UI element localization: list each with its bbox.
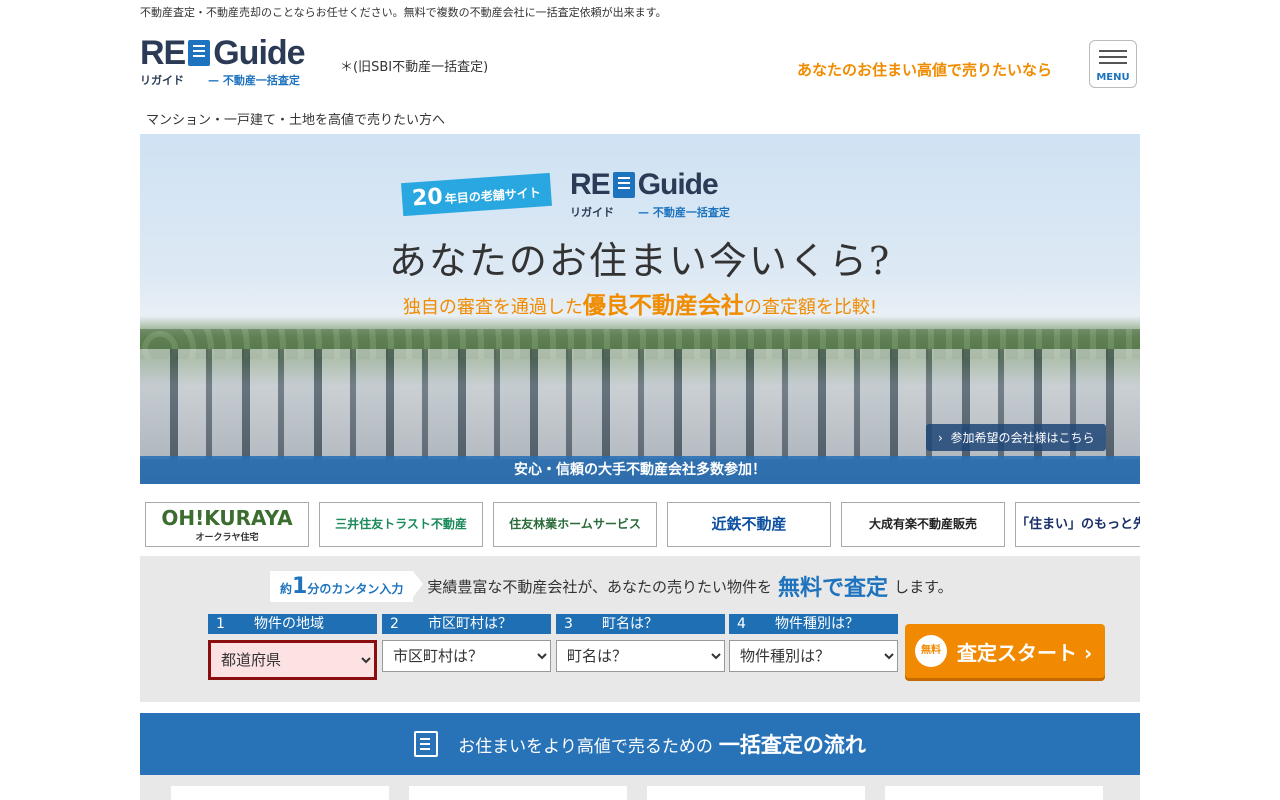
- partner-logo-name: 住友林業ホームサービス: [509, 517, 641, 531]
- step-number: 3: [564, 616, 573, 632]
- partner-logo-name: OH!KURAYA: [161, 506, 293, 530]
- partner-signup-label: 参加希望の会社様はこちら: [950, 431, 1095, 445]
- chevron-right-icon: ›: [938, 431, 951, 445]
- hero-logo-sub-left: リガイド: [570, 206, 614, 219]
- step-label: 町名は？: [602, 616, 658, 632]
- flow-card: [409, 786, 627, 800]
- free-badge: 無料: [915, 635, 947, 667]
- step-region: 1 物件の地域 都道府県: [208, 614, 377, 680]
- partner-logo-name: 大成有楽不動産販売: [868, 517, 977, 531]
- hero-logo: RE Guide リガイド — 不動産一括査定: [570, 168, 730, 220]
- years-badge: 20年目の老舗サイト: [401, 172, 552, 217]
- flow-card: [647, 786, 865, 800]
- hero-sub-post: の査定額を比較!: [743, 297, 878, 318]
- hero-sub-pre: 独自の審査を通過した: [402, 297, 583, 318]
- partner-logo-mitsui[interactable]: 三井住友トラスト不動産: [319, 502, 483, 547]
- step-town: 3 町名は？ 町名は？: [556, 614, 725, 672]
- step-label: 市区町村は？: [428, 616, 512, 632]
- partner-logo-toho[interactable]: 「住まい」のもっと先へ。 TOHO HOU: [1015, 502, 1140, 547]
- partner-logo-sumitomo-forestry[interactable]: 住友林業ホームサービス: [493, 502, 657, 547]
- step-label: 物件種別は？: [775, 616, 859, 632]
- quick-input-tag: 約1分のカンタン入力: [270, 570, 424, 602]
- hero-band: 安心・信頼の大手不動産会社多数参加！: [140, 456, 1140, 484]
- prefecture-select[interactable]: 都道府県: [208, 640, 377, 680]
- step-header: 4 物件種別は？: [729, 614, 898, 634]
- form-lead: 約1分のカンタン入力 実績豊富な不動産会社が、あなたの売りたい物件を 無料で査定…: [270, 570, 953, 602]
- flow-card: [171, 786, 389, 800]
- step-number: 2: [390, 616, 399, 632]
- partner-logo-name: 近鉄不動産: [711, 515, 787, 533]
- flow-small-text: お住まいをより高値で売るための: [458, 736, 713, 757]
- formerly-note: ＊(旧SBI不動産一括査定): [340, 60, 489, 75]
- step-number: 1: [216, 616, 225, 632]
- menu-icon: [1099, 50, 1127, 52]
- flow-steps-area: [140, 775, 1140, 800]
- years-badge-number: 20: [411, 184, 444, 212]
- hero-logo-word-left: RE: [570, 168, 611, 201]
- step-property-type: 4 物件種別は？ 物件種別は？: [729, 614, 898, 672]
- site-tagline: 不動産査定・不動産売却のことならお任せください。無料で複数の不動産会社に一括査定…: [140, 6, 667, 19]
- assessment-form: 約1分のカンタン入力 実績豊富な不動産会社が、あなたの売りたい物件を 無料で査定…: [140, 556, 1140, 702]
- hero-book-logo-icon: [612, 172, 635, 198]
- logo-sub-left: リガイド: [140, 74, 184, 87]
- menu-button[interactable]: MENU: [1089, 40, 1137, 88]
- step-number: 4: [737, 616, 746, 632]
- pencil-note-icon: [414, 731, 439, 757]
- hero-banner: 20年目の老舗サイト RE Guide リガイド — 不動産一括査定 あなたのお住ま…: [140, 134, 1140, 484]
- menu-label: MENU: [1096, 72, 1130, 83]
- logo-sub-right: — 不動産一括査定: [208, 74, 300, 87]
- hero-subtitle: 独自の審査を通過した優良不動産会社の査定額を比較!: [140, 286, 1140, 320]
- lead-post: します。: [894, 577, 953, 596]
- flow-card: [885, 786, 1103, 800]
- start-assessment-label: 査定スタート ›: [957, 640, 1093, 665]
- start-assessment-button[interactable]: 無料 査定スタート ›: [905, 624, 1105, 678]
- step-header: 2 市区町村は？: [382, 614, 551, 634]
- hero-logo-sub-right: — 不動産一括査定: [638, 206, 730, 219]
- hero-logo-word-right: Guide: [637, 168, 719, 201]
- partner-signup-link[interactable]: › 参加希望の会社様はこちら: [926, 424, 1107, 451]
- lead-free: 無料で査定: [778, 576, 889, 601]
- step-header: 3 町名は？: [556, 614, 725, 634]
- step-label: 物件の地域: [254, 616, 324, 632]
- hero-sub-highlight: 優良不動産会社: [582, 293, 744, 319]
- property-type-select[interactable]: 物件種別は？: [729, 640, 898, 672]
- logo-word-right: Guide: [213, 34, 305, 72]
- partner-logo-taisei[interactable]: 大成有楽不動産販売: [841, 502, 1005, 547]
- header-cta-text: あなたのお住まい高値で売りたいなら: [797, 61, 1053, 79]
- book-logo-icon: [188, 40, 211, 66]
- quick-prefix: 約: [280, 581, 293, 596]
- site-logo[interactable]: RE Guide リガイド — 不動産一括査定: [140, 34, 330, 87]
- city-select[interactable]: 市区町村は？: [382, 640, 551, 672]
- step-city: 2 市区町村は？ 市区町村は？: [382, 614, 551, 672]
- partner-logo-okuraya[interactable]: OH!KURAYA オークラヤ住宅: [145, 502, 309, 547]
- lead-pre: 実績豊富な不動産会社が、あなたの売りたい物件を: [427, 577, 773, 596]
- logo-word-left: RE: [140, 34, 186, 72]
- town-select[interactable]: 町名は？: [556, 640, 725, 672]
- flow-section-header: お住まいをより高値で売るための 一括査定の流れ: [140, 713, 1140, 775]
- partner-logo-sub: オークラヤ住宅: [195, 533, 259, 543]
- partner-logo-name: 三井住友トラスト不動産: [335, 517, 467, 531]
- partner-logo-name: 「住まい」のもっと先へ。 TOHO HOU: [1016, 517, 1140, 532]
- quick-suffix: 分のカンタン入力: [307, 581, 404, 596]
- partner-logo-kintetsu[interactable]: 近鉄不動産: [667, 502, 831, 547]
- quick-number: 1: [292, 573, 308, 599]
- years-badge-text: 年目の老舗サイト: [444, 185, 542, 207]
- sub-heading: マンション・一戸建て・土地を高値で売りたい方へ: [146, 113, 446, 128]
- flow-big-text: 一括査定の流れ: [718, 733, 866, 757]
- hero-title: あなたのお住まい今いくら?: [388, 239, 892, 283]
- step-header: 1 物件の地域: [208, 614, 377, 634]
- partner-logo-strip: OH!KURAYA オークラヤ住宅 三井住友トラスト不動産 住友林業ホームサービ…: [145, 502, 1140, 548]
